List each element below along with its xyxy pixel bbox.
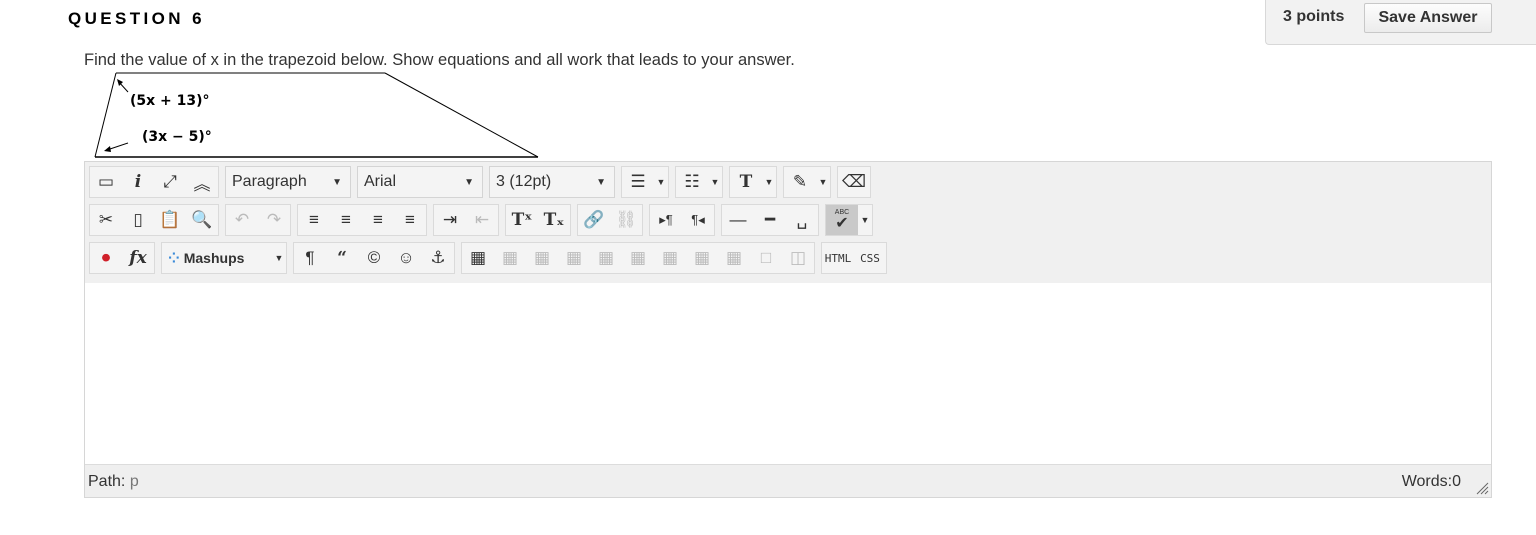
spellcheck-dropdown[interactable]: ▼: [858, 205, 872, 235]
script-group: Tˣ Tₓ: [505, 204, 571, 236]
word-count: Words:0: [1401, 473, 1461, 490]
toolbar-right-group: ▭ i ⤢ ︽: [89, 165, 1487, 199]
history-group: ↶ ↷: [225, 204, 291, 236]
link-icon[interactable]: 🔗: [578, 205, 610, 235]
subscript-icon[interactable]: Tₓ: [538, 205, 570, 235]
trapezoid-figure: (5x + 13)° (3x − 5)°: [94, 72, 539, 158]
delete-col-icon[interactable]: ▦: [718, 243, 750, 273]
unlink-icon[interactable]: ⛓: [610, 205, 642, 235]
rtl-icon[interactable]: ¶◂: [682, 205, 714, 235]
alignment-group: ≡ ≡ ≡ ≡: [297, 204, 427, 236]
delete-row-icon[interactable]: ▦: [622, 243, 654, 273]
youtube-icon[interactable]: ⏺: [90, 243, 122, 273]
thick-rule-icon[interactable]: ━: [754, 205, 786, 235]
path-label: Path:: [88, 473, 126, 490]
rich-text-editor: T T T T Paragraph ▼ Arial ▼ 3 (12pt) ▼ ☰…: [84, 161, 1492, 498]
table-group: ▦ ▦ ▦ ▦ ▦ ▦ ▦ ▦ ▦ □ ◫: [461, 242, 815, 274]
resize-handle-icon[interactable]: [1475, 481, 1489, 495]
ltr-icon[interactable]: ▸¶: [650, 205, 682, 235]
emoticon-icon[interactable]: ☺: [390, 243, 422, 273]
code-group: HTML CSS: [821, 242, 887, 274]
merge-cells-icon[interactable]: □: [750, 243, 782, 273]
editor-content-area[interactable]: [85, 283, 1491, 465]
indent-icon[interactable]: ⇥: [434, 205, 466, 235]
points-label: 3 points: [1283, 8, 1345, 25]
insert-row-before-icon[interactable]: ▦: [558, 243, 590, 273]
insert-table-icon[interactable]: ▦: [462, 243, 494, 273]
align-left-icon[interactable]: ≡: [298, 205, 330, 235]
align-center-icon[interactable]: ≡: [330, 205, 362, 235]
mashups-label: Mashups: [183, 250, 245, 266]
insert-group: ¶ “ © ☺ ⚓: [293, 242, 455, 274]
view-controls-group: ▭ i ⤢ ︽: [89, 166, 219, 198]
path-indicator: Path: p: [88, 473, 139, 491]
info-icon[interactable]: i: [122, 167, 154, 197]
media-group: ⏺ fx: [89, 242, 155, 274]
insert-col-before-icon[interactable]: ▦: [654, 243, 686, 273]
insert-rule-group: — ━ ␣: [721, 204, 819, 236]
html-source-button[interactable]: HTML: [822, 243, 854, 273]
copyright-icon[interactable]: ©: [358, 243, 390, 273]
toolbar-row-3: ⏺ fx ⁘ Mashups ▼ ¶ “ © ☺ ⚓ ▦ ▦ ▦ ▦ ▦ ▦ ▦…: [89, 241, 893, 275]
direction-group: ▸¶ ¶◂: [649, 204, 715, 236]
undo-icon[interactable]: ↶: [226, 205, 258, 235]
link-group: 🔗 ⛓: [577, 204, 643, 236]
insert-col-after-icon[interactable]: ▦: [686, 243, 718, 273]
preview-icon[interactable]: ▭: [90, 167, 122, 197]
copy-icon[interactable]: ▯: [122, 205, 154, 235]
find-icon[interactable]: 🔍: [186, 205, 218, 235]
toolbar-row-2: ✂ ▯ 📋 🔍 ↶ ↷ ≡ ≡ ≡ ≡ ⇥ ⇤ Tˣ Tₓ 🔗 ⛓ ▸¶ ¶◂ …: [89, 203, 879, 237]
question-title: QUESTION 6: [68, 9, 205, 28]
cut-icon[interactable]: ✂: [90, 205, 122, 235]
align-right-icon[interactable]: ≡: [362, 205, 394, 235]
nonbreaking-space-icon[interactable]: ␣: [786, 205, 818, 235]
math-formula-icon[interactable]: fx: [122, 243, 154, 273]
mashups-button[interactable]: ⁘ Mashups: [162, 243, 272, 273]
blockquote-icon[interactable]: “: [326, 243, 358, 273]
insert-row-after-icon[interactable]: ▦: [590, 243, 622, 273]
spellcheck-group: ABC ✔ ▼: [825, 204, 873, 236]
anchor-icon[interactable]: ⚓: [422, 243, 454, 273]
angle-bottom-label: (3x − 5)°: [142, 129, 212, 145]
editor-statusbar: Path: p Words:0: [85, 464, 1491, 497]
split-cells-icon[interactable]: ◫: [782, 243, 814, 273]
clipboard-group: ✂ ▯ 📋 🔍: [89, 204, 219, 236]
mashups-group: ⁘ Mashups ▼: [161, 242, 287, 274]
path-value[interactable]: p: [130, 473, 139, 490]
paragraph-mark-icon[interactable]: ¶: [294, 243, 326, 273]
superscript-icon[interactable]: Tˣ: [506, 205, 538, 235]
horizontal-rule-icon[interactable]: —: [722, 205, 754, 235]
paste-icon[interactable]: 📋: [154, 205, 186, 235]
points-panel: 3 points Save Answer: [1265, 0, 1536, 45]
mashups-icon: ⁘: [168, 249, 180, 266]
collapse-toolbar-icon[interactable]: ︽: [186, 167, 218, 197]
indent-group: ⇥ ⇤: [433, 204, 499, 236]
mashups-dropdown[interactable]: ▼: [272, 243, 286, 273]
angle-top-label: (5x + 13)°: [130, 93, 210, 109]
check-icon: ✔: [835, 215, 849, 232]
spellcheck-button[interactable]: ABC ✔: [826, 205, 858, 235]
table-row-props-icon[interactable]: ▦: [494, 243, 526, 273]
redo-icon[interactable]: ↷: [258, 205, 290, 235]
outdent-icon[interactable]: ⇤: [466, 205, 498, 235]
save-answer-button[interactable]: Save Answer: [1364, 3, 1492, 33]
editor-toolbar: T T T T Paragraph ▼ Arial ▼ 3 (12pt) ▼ ☰…: [85, 162, 1491, 284]
fullscreen-icon[interactable]: ⤢: [154, 167, 186, 197]
table-cell-props-icon[interactable]: ▦: [526, 243, 558, 273]
css-button[interactable]: CSS: [854, 243, 886, 273]
align-justify-icon[interactable]: ≡: [394, 205, 426, 235]
